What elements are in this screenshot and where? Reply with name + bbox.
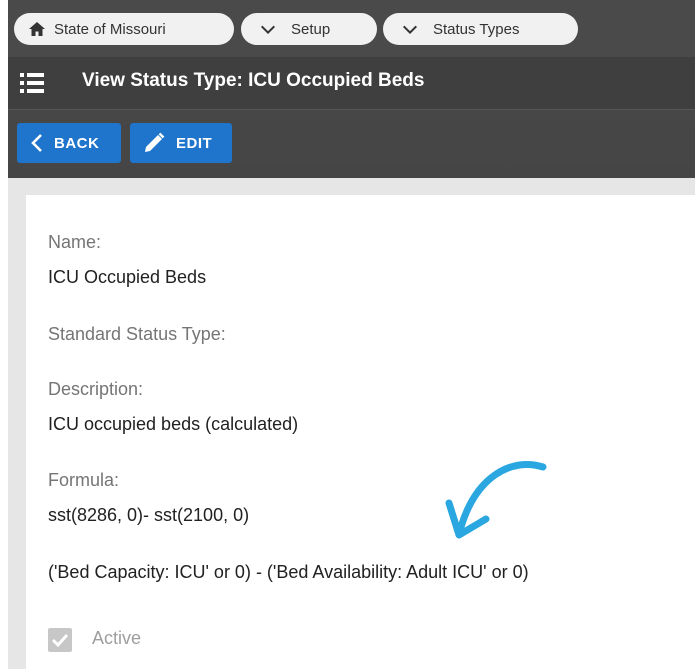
edit-button[interactable]: EDIT: [130, 123, 232, 163]
edit-button-label: EDIT: [176, 134, 213, 152]
details-card: Name: ICU Occupied Beds Standard Status …: [26, 195, 695, 669]
name-label: Name:: [48, 232, 102, 252]
breadcrumb-item-status-types[interactable]: Status Types: [383, 13, 578, 45]
page-header: View Status Type: ICU Occupied Beds: [8, 57, 695, 109]
description-value: ICU occupied beds (calculated): [48, 414, 299, 434]
annotation-arrow-icon: [445, 461, 547, 539]
active-checkbox[interactable]: [48, 628, 72, 652]
breadcrumb: State of Missouri Setup Status Types: [8, 0, 695, 57]
back-button-label: BACK: [54, 134, 100, 152]
app-frame: State of Missouri Setup Status Types Vie…: [8, 0, 695, 669]
check-icon: [51, 633, 69, 648]
home-icon: [28, 20, 46, 38]
breadcrumb-label: Status Types: [433, 20, 520, 38]
breadcrumb-item-state[interactable]: State of Missouri: [14, 13, 234, 45]
description-label: Description:: [48, 379, 144, 399]
chevron-left-icon: [30, 133, 44, 153]
standard-status-type-label: Standard Status Type:: [48, 324, 226, 344]
breadcrumb-label: State of Missouri: [54, 20, 166, 38]
breadcrumb-item-setup[interactable]: Setup: [241, 13, 377, 45]
page-title: View Status Type: ICU Occupied Beds: [82, 70, 425, 91]
active-label: Active: [92, 628, 142, 648]
pencil-icon: [142, 131, 166, 155]
toolbar: BACK EDIT: [8, 110, 695, 178]
menu-list-icon[interactable]: [18, 69, 46, 97]
name-value: ICU Occupied Beds: [48, 267, 207, 287]
chevron-down-icon: [401, 20, 419, 38]
breadcrumb-label: Setup: [291, 20, 331, 38]
formula-value: sst(8286, 0)- sst(2100, 0): [48, 505, 250, 525]
formula-label: Formula:: [48, 470, 120, 490]
formula-readable: ('Bed Capacity: ICU' or 0) - ('Bed Avail…: [48, 562, 529, 582]
back-button[interactable]: BACK: [17, 123, 121, 163]
chevron-down-icon: [259, 20, 277, 38]
